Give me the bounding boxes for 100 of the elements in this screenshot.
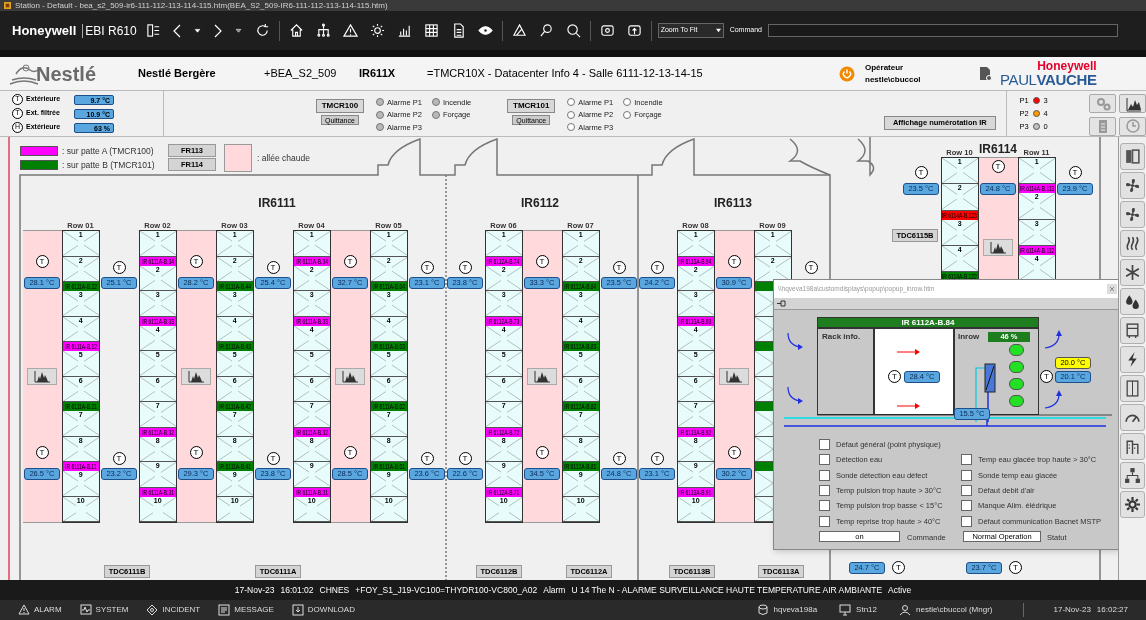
airflow-arrow [897, 348, 921, 356]
histogram-icon [188, 370, 204, 383]
chart-button[interactable] [1119, 94, 1146, 113]
trend-button[interactable] [983, 239, 1013, 256]
water-drops-icon [1124, 293, 1141, 310]
checkbox[interactable] [819, 439, 830, 451]
checkbox[interactable] [961, 500, 972, 512]
room-title: IR6111 [258, 195, 296, 212]
user-icon [899, 604, 911, 616]
sensor-symbol: T [1009, 561, 1022, 574]
sensor-symbol: T [914, 166, 928, 179]
network-icon [1124, 467, 1141, 484]
warning-icon [342, 23, 358, 38]
controller-button[interactable]: TMCR101 [507, 99, 556, 113]
building-icon [1124, 438, 1141, 455]
checkbox[interactable] [819, 485, 830, 496]
trend-button[interactable] [335, 368, 365, 385]
checkbox[interactable] [961, 454, 972, 466]
nav-button[interactable]: INCIDENT [146, 604, 201, 616]
rack-info-label: Rack info. [822, 331, 861, 343]
honeywell-logo: Honeywell [1037, 60, 1097, 72]
command-field[interactable] [767, 24, 1118, 37]
cross-icon [754, 291, 773, 316]
home-icon [288, 23, 304, 38]
triangle-icon [511, 23, 527, 38]
checkbox[interactable] [961, 469, 972, 481]
room-title: IR6112 [521, 195, 559, 212]
nav-button[interactable]: ALARM [18, 604, 62, 616]
controller-button[interactable]: TMCR100 [315, 99, 364, 113]
building-button[interactable] [1120, 433, 1145, 460]
caret-icon [233, 26, 243, 35]
snowflake-button[interactable] [1120, 259, 1145, 286]
nav-button[interactable]: SYSTEM [79, 604, 129, 616]
panel-icon [145, 23, 161, 38]
close-button[interactable] [1107, 284, 1117, 294]
search-icon [565, 23, 581, 38]
close-icon [1109, 286, 1115, 292]
histogram-icon [990, 241, 1006, 254]
heat-waves-button[interactable] [1120, 230, 1145, 257]
sensor-symbol: T [1040, 370, 1053, 383]
download-icon [291, 604, 304, 616]
sensor-symbol: T [420, 452, 434, 465]
sensor-symbol: T [458, 261, 472, 274]
checkbox[interactable] [819, 515, 830, 527]
panel-icon [1124, 380, 1141, 397]
water-drops-button[interactable] [1120, 288, 1145, 315]
room-title: IR6113 [714, 195, 752, 212]
checkbox[interactable] [819, 469, 830, 481]
area-chart-icon [1124, 95, 1141, 112]
product-name: EBI R610 [85, 22, 137, 40]
lightning-button[interactable] [1120, 346, 1145, 373]
station-name: Stn12 [856, 604, 877, 616]
fan-button[interactable] [1120, 172, 1145, 199]
status-date: 17-Nov-23 [1053, 604, 1091, 616]
nav-button[interactable]: MESSAGE [218, 604, 274, 616]
sensor-symbol: T [892, 561, 905, 574]
sensor-symbol: T [804, 261, 818, 274]
user-document-icon [979, 66, 992, 81]
sensor-symbol: T [650, 452, 664, 465]
nav-button[interactable]: DOWNLOAD [291, 604, 355, 616]
room-title: IR6114 [979, 141, 1017, 158]
cross-icon [754, 411, 773, 436]
fan-button[interactable] [1120, 201, 1145, 228]
zoom-icon [538, 23, 554, 38]
gear-icon [1124, 496, 1141, 513]
cabinet-button[interactable] [1120, 317, 1145, 344]
operator-name: nestle\cbuccol [865, 73, 922, 86]
nestle-logo: Nestlé [36, 61, 97, 87]
histogram-icon [34, 370, 50, 383]
eye-icon [477, 23, 493, 38]
caret-icon [715, 28, 721, 33]
cross-icon [754, 471, 773, 496]
server-rack-button[interactable] [1120, 143, 1145, 170]
network-button[interactable] [1120, 462, 1145, 489]
checkbox[interactable] [961, 515, 972, 527]
trend-button[interactable] [27, 368, 57, 385]
panel-button[interactable] [1120, 375, 1145, 402]
cross-icon [754, 436, 773, 461]
alarm-field: +FOY_S1_J19-VC100=THYDR100-VC800_A02 [355, 583, 538, 597]
cross-icon [754, 351, 773, 376]
server-rack-icon [1124, 148, 1141, 165]
hierarchy-icon [315, 23, 331, 38]
picture-icon [599, 23, 615, 38]
gauge-button[interactable] [1120, 404, 1145, 431]
airflow-arrow [787, 386, 804, 405]
airflow-arrow [1044, 390, 1062, 409]
sensor-symbol: T [112, 261, 126, 274]
checkbox[interactable] [961, 485, 972, 496]
gear-button[interactable] [1120, 491, 1145, 518]
window-title: Station - Default - bea_s2_509-ir6-111-112-113-114-115.htm(BEA_S2_509-IR6-111-112-113-114-115.htm) [15, 1, 388, 10]
trend-button[interactable] [181, 368, 211, 385]
trend-button[interactable] [719, 368, 749, 385]
pulse-icon [79, 604, 92, 616]
checkbox[interactable] [819, 500, 830, 512]
alarm-field: Alarm [543, 583, 566, 597]
trend-button[interactable] [527, 368, 557, 385]
checkbox[interactable] [819, 454, 830, 466]
paulvauche-logo: PAULVAUCHE [1000, 72, 1097, 87]
alarm-field: 17-Nov-23 [234, 583, 275, 597]
airflow-arrow [787, 332, 804, 351]
